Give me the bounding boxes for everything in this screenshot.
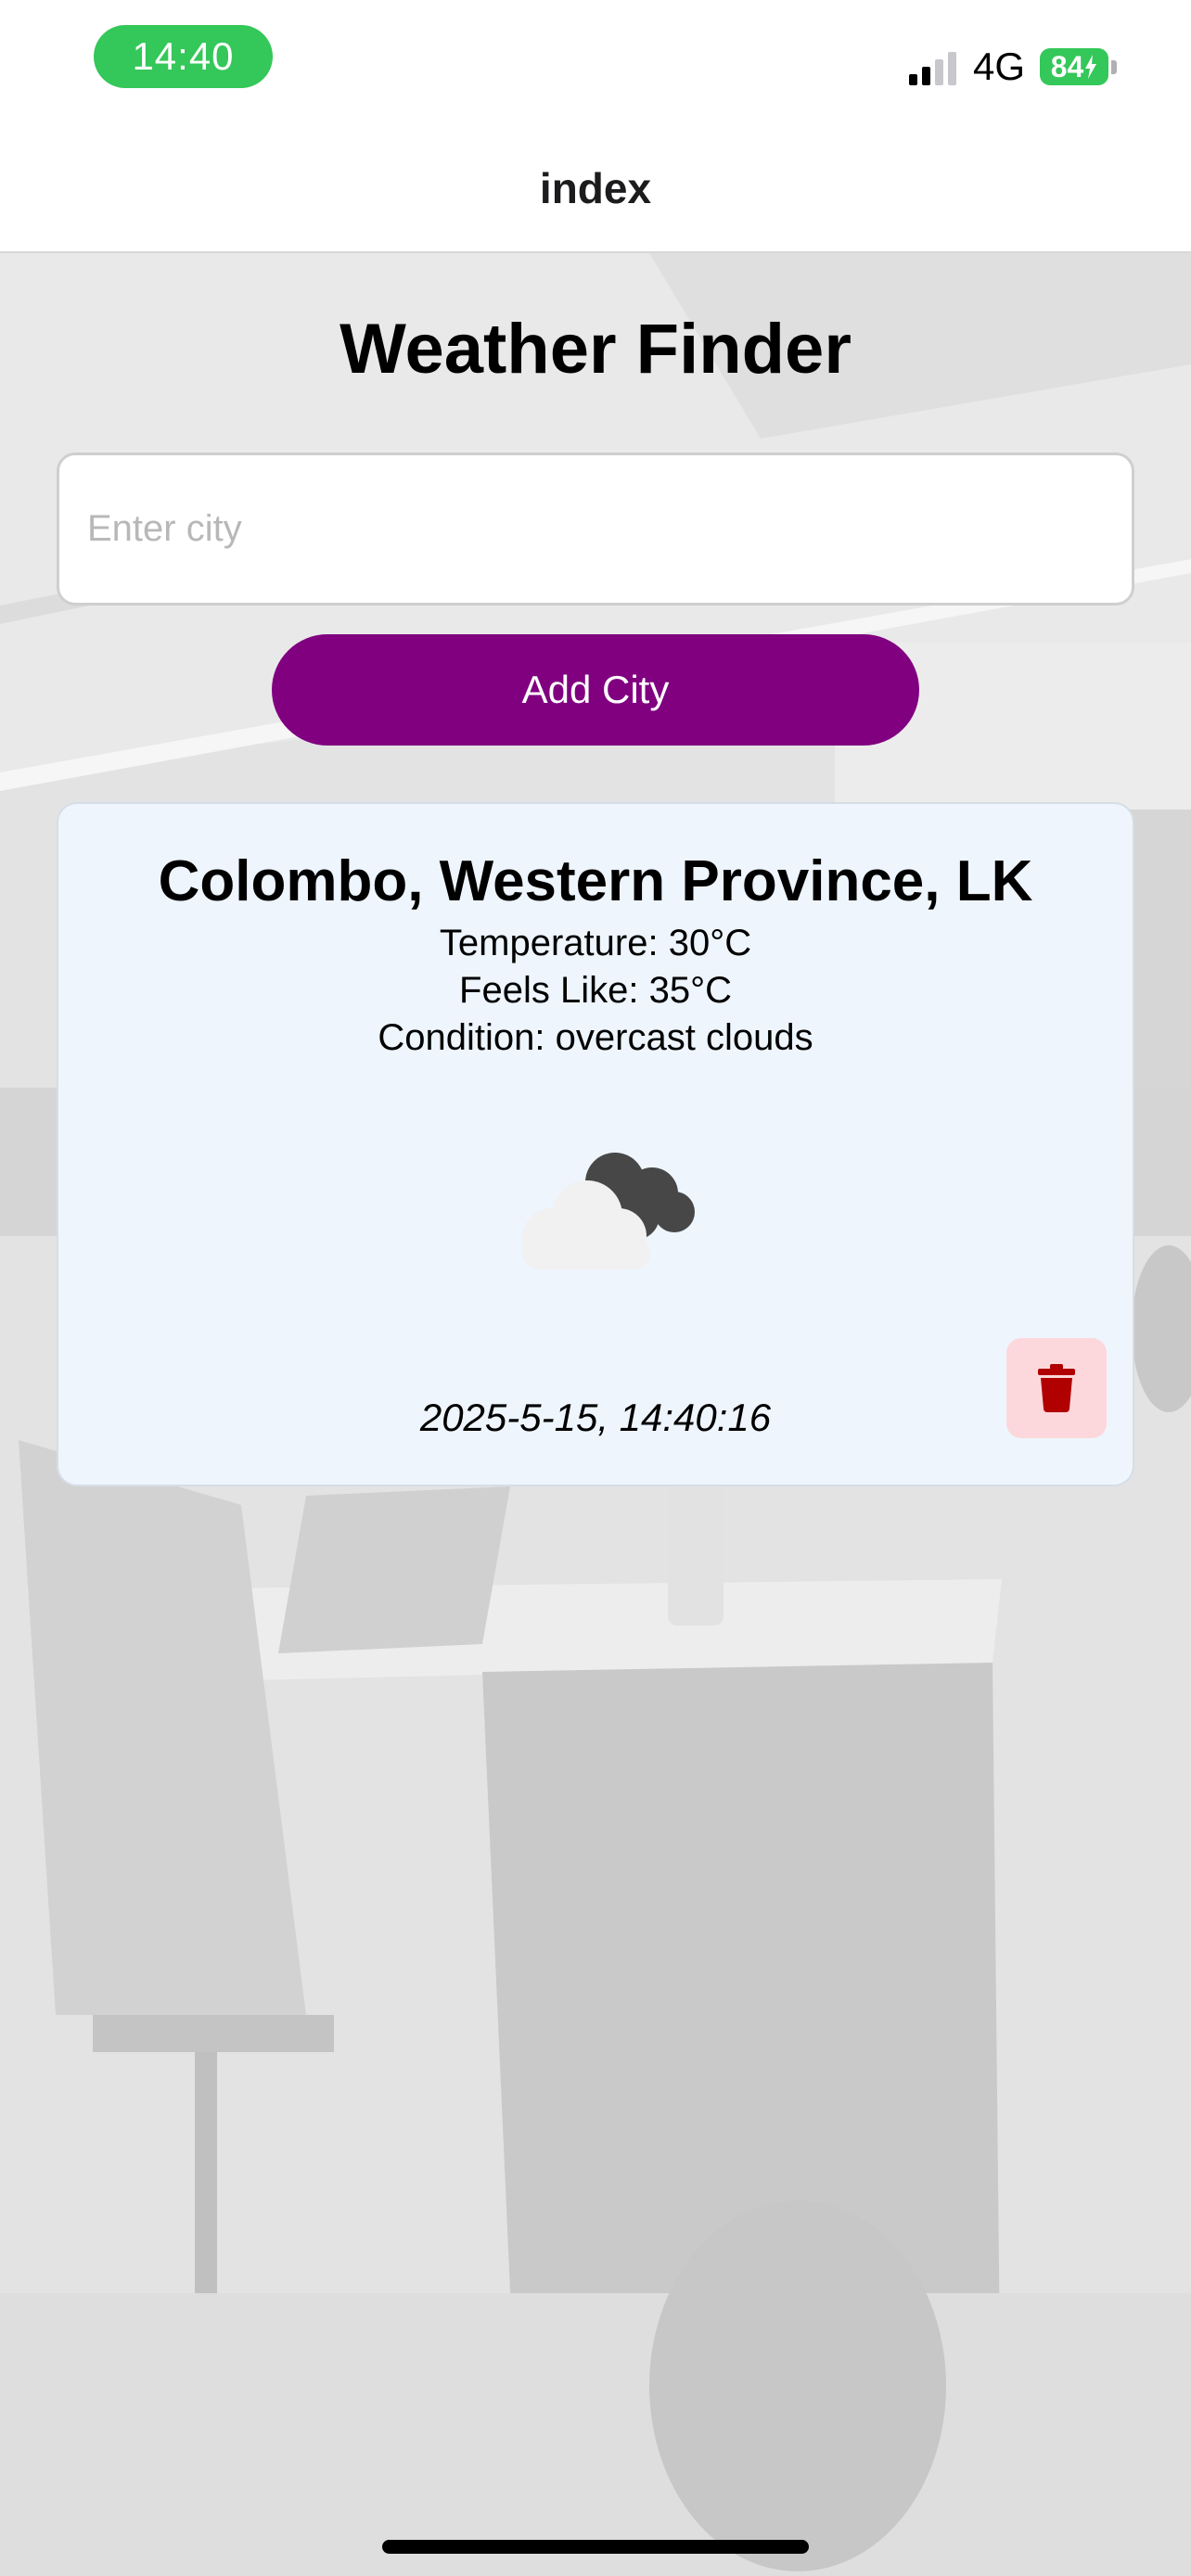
charging-bolt-icon [1085, 55, 1097, 79]
nav-title: index [539, 164, 652, 212]
status-time[interactable]: 14:40 [94, 25, 273, 88]
overcast-clouds-icon [522, 1153, 695, 1269]
battery-level: 84 [1050, 50, 1084, 83]
card-feels-like: Feels Like: 35°C [459, 970, 732, 1011]
add-city-button[interactable]: Add City [272, 634, 919, 746]
card-condition: Condition: overcast clouds [378, 1017, 813, 1058]
network-type: 4G [972, 45, 1025, 88]
card-temperature: Temperature: 30°C [439, 923, 752, 963]
main-content: Weather Finder Add City Colombo, Western… [0, 253, 1191, 2576]
delete-city-button[interactable] [1006, 1338, 1107, 1438]
city-search-input[interactable] [57, 453, 1134, 606]
navigation-bar: index [0, 126, 1191, 253]
status-indicators: 4G 84 [908, 41, 1117, 93]
status-bar: 14:40 4G 84 [0, 0, 1191, 126]
app-title: Weather Finder [339, 310, 852, 389]
home-indicator[interactable] [382, 2540, 809, 2554]
weather-card: Colombo, Western Province, LK Temperatur… [57, 802, 1134, 1486]
card-timestamp: 2025-5-15, 14:40:16 [419, 1396, 772, 1439]
cellular-signal-icon [908, 48, 956, 85]
card-city-name: Colombo, Western Province, LK [158, 849, 1033, 913]
battery-icon: 84 [1040, 48, 1117, 85]
trash-icon [1038, 1364, 1075, 1412]
